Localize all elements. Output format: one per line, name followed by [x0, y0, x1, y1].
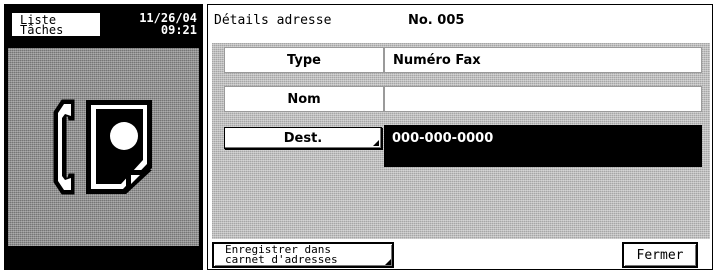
left-panel-header: Liste Tâches 11/26/04 09:21 — [4, 4, 203, 44]
left-panel: Liste Tâches 11/26/04 09:21 — [4, 4, 203, 270]
job-list-button[interactable]: Liste Tâches — [9, 10, 103, 39]
function-icon-area — [8, 48, 199, 246]
type-label: Type — [224, 47, 384, 73]
address-details-panel: Détails adresse No. 005 Type Numéro Fax … — [207, 4, 713, 270]
save-button-label: Enregistrer dans carnet d'adresses — [225, 243, 338, 266]
name-value — [384, 86, 702, 112]
page-title: Détails adresse — [214, 13, 332, 28]
close-button[interactable]: Fermer — [622, 242, 698, 268]
destination-value: 000-000-0000 — [384, 125, 702, 167]
fax-icon — [53, 99, 152, 195]
left-panel-footer — [4, 248, 203, 270]
clock-time: 09:21 — [160, 23, 197, 37]
address-number: No. 005 — [408, 13, 465, 28]
submenu-corner-icon — [385, 259, 391, 265]
type-value: Numéro Fax — [384, 47, 702, 73]
job-list-button-label: Liste Tâches — [20, 13, 64, 37]
copier-screen: Liste Tâches 11/26/04 09:21 Détails adre… — [0, 0, 717, 276]
submenu-corner-icon — [373, 140, 379, 146]
clock: 11/26/04 09:21 — [127, 12, 197, 36]
save-to-address-book-button[interactable]: Enregistrer dans carnet d'adresses — [212, 242, 394, 268]
details-area: Type Numéro Fax Nom Dest. 000-000-0000 — [212, 43, 710, 239]
name-label: Nom — [224, 86, 384, 112]
destination-button[interactable]: Dest. — [224, 127, 382, 149]
destination-button-label: Dest. — [283, 130, 323, 146]
